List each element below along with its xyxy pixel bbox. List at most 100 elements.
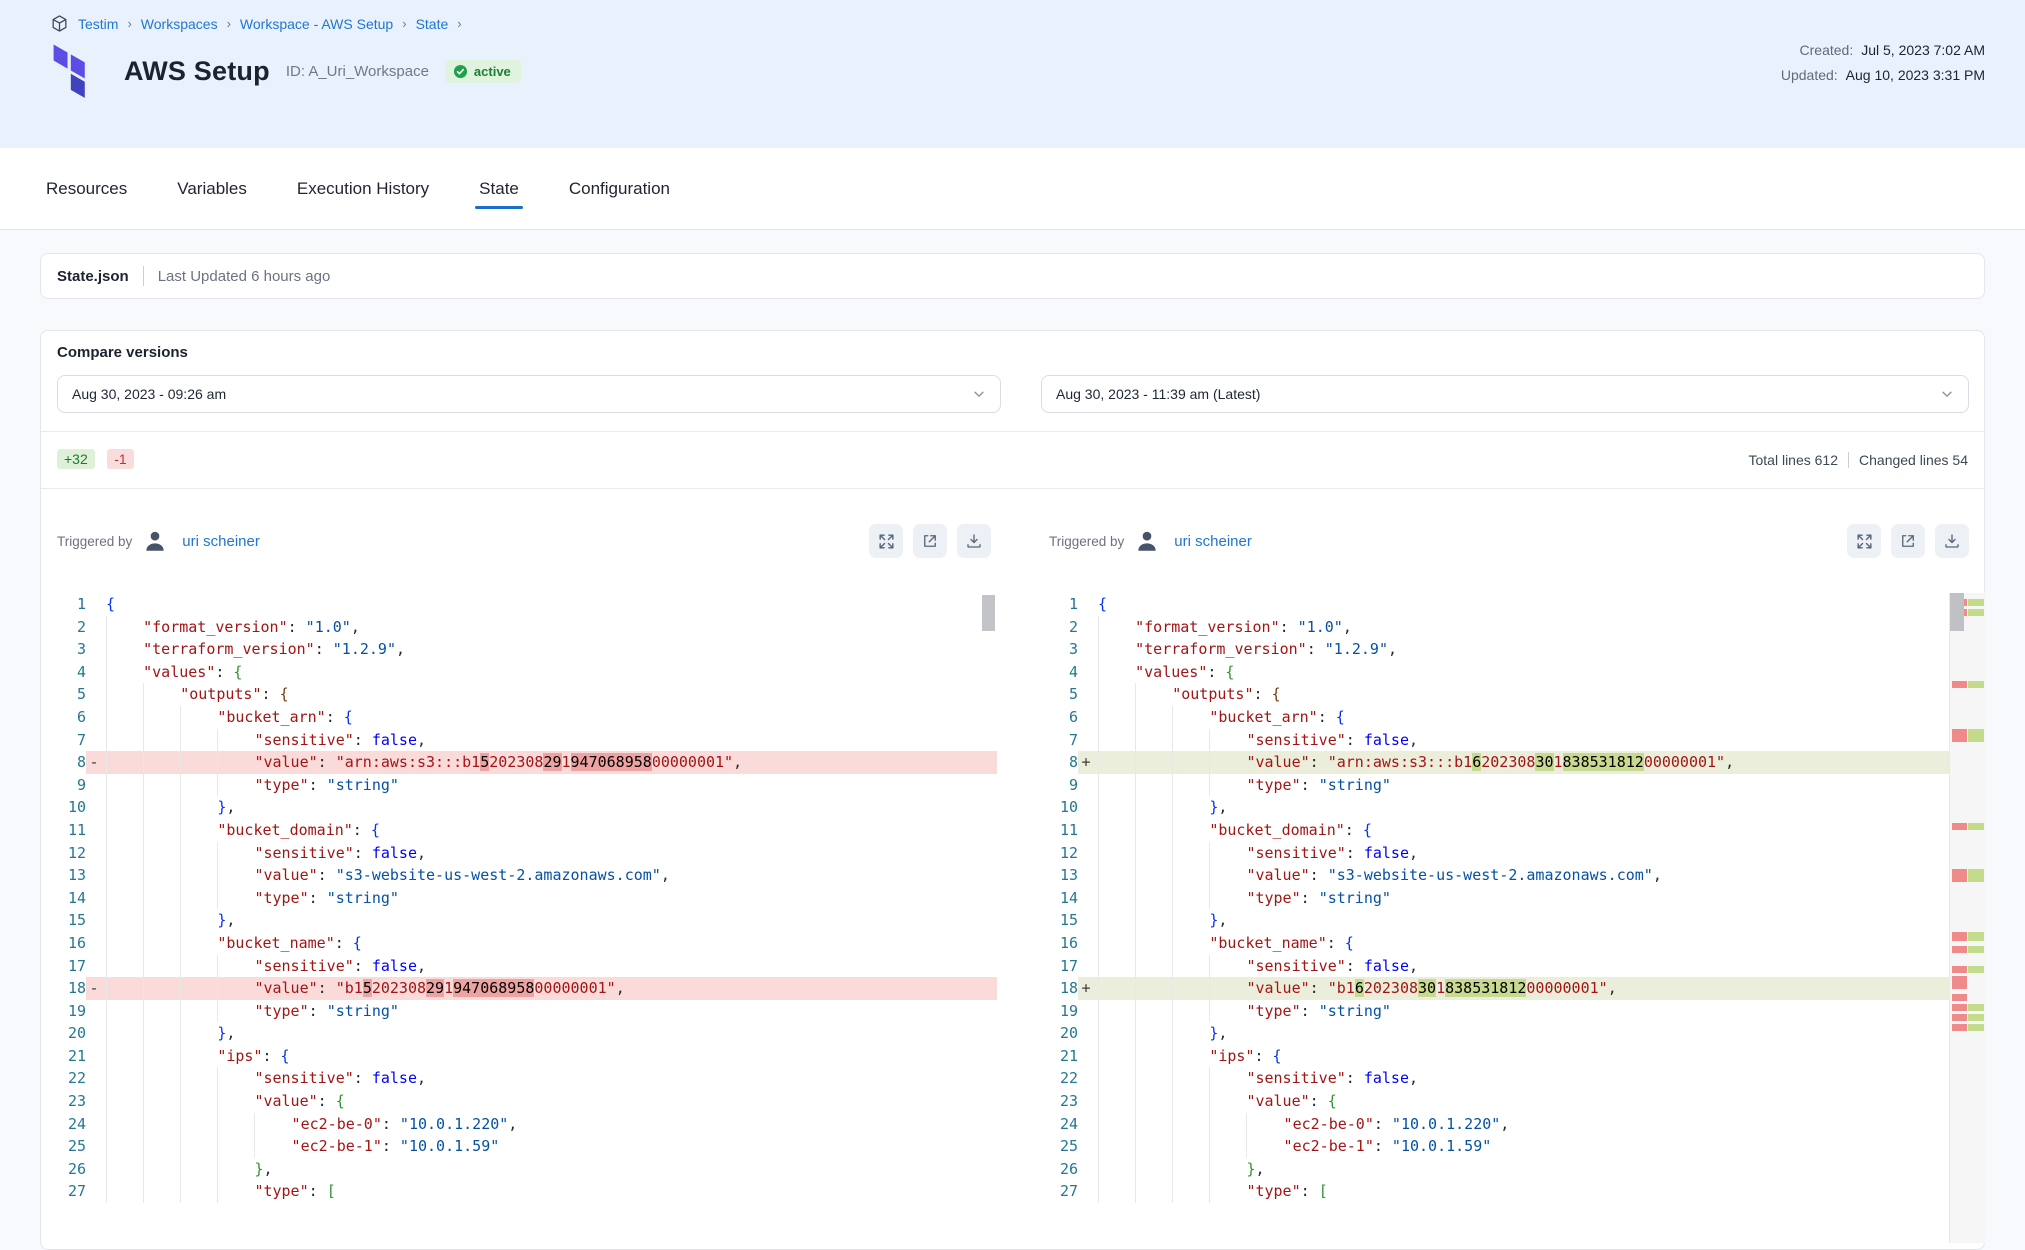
tab-variables[interactable]: Variables [177, 148, 247, 229]
created-value: Jul 5, 2023 7:02 AM [1861, 42, 1985, 58]
breadcrumb-separator: › [402, 16, 406, 31]
code-line: 11"bucket_domain": { [1033, 819, 1986, 842]
triggered-by-label: Triggered by [57, 534, 132, 549]
created-label: Created: [1800, 42, 1854, 58]
code-line: 23"value": { [1033, 1090, 1986, 1113]
added-lines-badge: +32 [57, 449, 95, 469]
expand-button[interactable] [1847, 524, 1881, 558]
compare-versions-card: Compare versions Aug 30, 2023 - 09:26 am… [40, 330, 1985, 1250]
download-icon [965, 532, 983, 550]
scrollbar-thumb[interactable] [1950, 593, 1964, 631]
tab-configuration[interactable]: Configuration [569, 148, 670, 229]
code-line: 14"type": "string" [41, 887, 997, 910]
right-panel-header: Triggered by uri scheiner [1049, 489, 1969, 593]
page-header: Testim › Workspaces › Workspace - AWS Se… [0, 0, 2025, 148]
code-line: 5"outputs": { [1033, 683, 1986, 706]
tab-resources[interactable]: Resources [46, 148, 127, 229]
total-lines-text: Total lines 612 [1749, 452, 1839, 468]
diff-mark [1950, 966, 1986, 973]
diff-mark [1950, 976, 1986, 989]
diff-overview-ruler [1949, 593, 1986, 1243]
tab-bar: Resources Variables Execution History St… [0, 148, 2025, 230]
code-line: 9"type": "string" [41, 774, 997, 797]
code-line: 9"type": "string" [1033, 774, 1986, 797]
chevron-down-icon [1940, 387, 1954, 401]
code-line: 1{ [1033, 593, 1986, 616]
code-line: 21"ips": { [41, 1045, 997, 1068]
code-line: 7"sensitive": false, [1033, 729, 1986, 752]
code-line: 17"sensitive": false, [1033, 955, 1986, 978]
diff-mark [1950, 994, 1986, 1001]
code-line: 10}, [41, 796, 997, 819]
code-line: 13"value": "s3-website-us-west-2.amazona… [1033, 864, 1986, 887]
code-line: 21"ips": { [1033, 1045, 1986, 1068]
diff-mark [1950, 729, 1986, 742]
code-line: 17"sensitive": false, [41, 955, 997, 978]
state-filename: State.json [57, 268, 129, 285]
version-select-right-value: Aug 30, 2023 - 11:39 am (Latest) [1056, 386, 1260, 402]
code-line: 14"type": "string" [1033, 887, 1986, 910]
compare-versions-title: Compare versions [57, 344, 188, 361]
code-line: 7"sensitive": false, [41, 729, 997, 752]
diff-mark [1950, 869, 1986, 882]
page-title: AWS Setup [124, 56, 270, 87]
tab-execution-history[interactable]: Execution History [297, 148, 429, 229]
left-panel-header: Triggered by uri scheiner [57, 489, 991, 593]
main-content: State.json Last Updated 6 hours ago Comp… [0, 231, 2025, 1199]
terraform-logo [50, 42, 90, 106]
code-lines-right: 1{2"format_version": "1.0",3"terraform_v… [1033, 593, 1986, 1203]
code-line: 22"sensitive": false, [41, 1067, 997, 1090]
workspace-id: ID: A_Uri_Workspace [286, 63, 429, 80]
code-line: 16"bucket_name": { [1033, 932, 1986, 955]
code-line: 10}, [1033, 796, 1986, 819]
removed-lines-badge: -1 [107, 449, 133, 469]
triggered-by-user-link[interactable]: uri scheiner [1174, 533, 1252, 550]
code-line: 26}, [1033, 1158, 1986, 1181]
divider [143, 266, 144, 286]
open-in-new-tab-button[interactable] [913, 524, 947, 558]
triggered-by-label: Triggered by [1049, 534, 1124, 549]
code-line: 25"ec2-be-1": "10.0.1.59" [1033, 1135, 1986, 1158]
code-line: 2"format_version": "1.0", [1033, 616, 1986, 639]
code-line: 6"bucket_arn": { [41, 706, 997, 729]
diff-mark [1950, 1014, 1986, 1021]
download-button[interactable] [1935, 524, 1969, 558]
breadcrumb-link-testim[interactable]: Testim [78, 16, 118, 32]
open-in-new-tab-button[interactable] [1891, 524, 1925, 558]
workspace-meta: Created: Jul 5, 2023 7:02 AM Updated: Au… [1781, 42, 1985, 83]
code-line: 23"value": { [41, 1090, 997, 1113]
code-line: 6"bucket_arn": { [1033, 706, 1986, 729]
expand-button[interactable] [869, 524, 903, 558]
check-circle-icon [453, 64, 468, 79]
version-select-right[interactable]: Aug 30, 2023 - 11:39 am (Latest) [1041, 375, 1969, 413]
status-badge: active [445, 60, 521, 83]
version-select-left[interactable]: Aug 30, 2023 - 09:26 am [57, 375, 1001, 413]
diff-stats-row: +32 -1 Total lines 612 Changed lines 54 [57, 432, 1968, 488]
code-line: 19"type": "string" [41, 1000, 997, 1023]
code-line: 27"type": [ [41, 1180, 997, 1203]
code-line: 24"ec2-be-0": "10.0.1.220", [41, 1113, 997, 1136]
tab-state[interactable]: State [479, 148, 519, 229]
code-line: 15}, [41, 909, 997, 932]
code-line: 16"bucket_name": { [41, 932, 997, 955]
diff-mark [1950, 1024, 1986, 1031]
code-line: 15}, [1033, 909, 1986, 932]
code-lines-left: 1{2"format_version": "1.0",3"terraform_v… [41, 593, 997, 1203]
code-line: 4"values": { [1033, 661, 1986, 684]
scrollbar-thumb[interactable] [982, 595, 995, 631]
breadcrumb-link-workspaces[interactable]: Workspaces [141, 16, 218, 32]
diff-mark [1950, 1004, 1986, 1011]
code-line: 20}, [41, 1022, 997, 1045]
breadcrumb-link-state[interactable]: State [416, 16, 449, 32]
code-line: 27"type": [ [1033, 1180, 1986, 1203]
code-line: 20}, [1033, 1022, 1986, 1045]
user-avatar-icon [1134, 528, 1160, 554]
breadcrumb-separator: › [457, 16, 461, 31]
updated-label: Updated: [1781, 67, 1838, 83]
updated-value: Aug 10, 2023 3:31 PM [1846, 67, 1985, 83]
code-line: 2"format_version": "1.0", [41, 616, 997, 639]
triggered-by-user-link[interactable]: uri scheiner [182, 533, 260, 550]
breadcrumb-link-workspace-aws-setup[interactable]: Workspace - AWS Setup [240, 16, 393, 32]
download-button[interactable] [957, 524, 991, 558]
code-line: 26}, [41, 1158, 997, 1181]
